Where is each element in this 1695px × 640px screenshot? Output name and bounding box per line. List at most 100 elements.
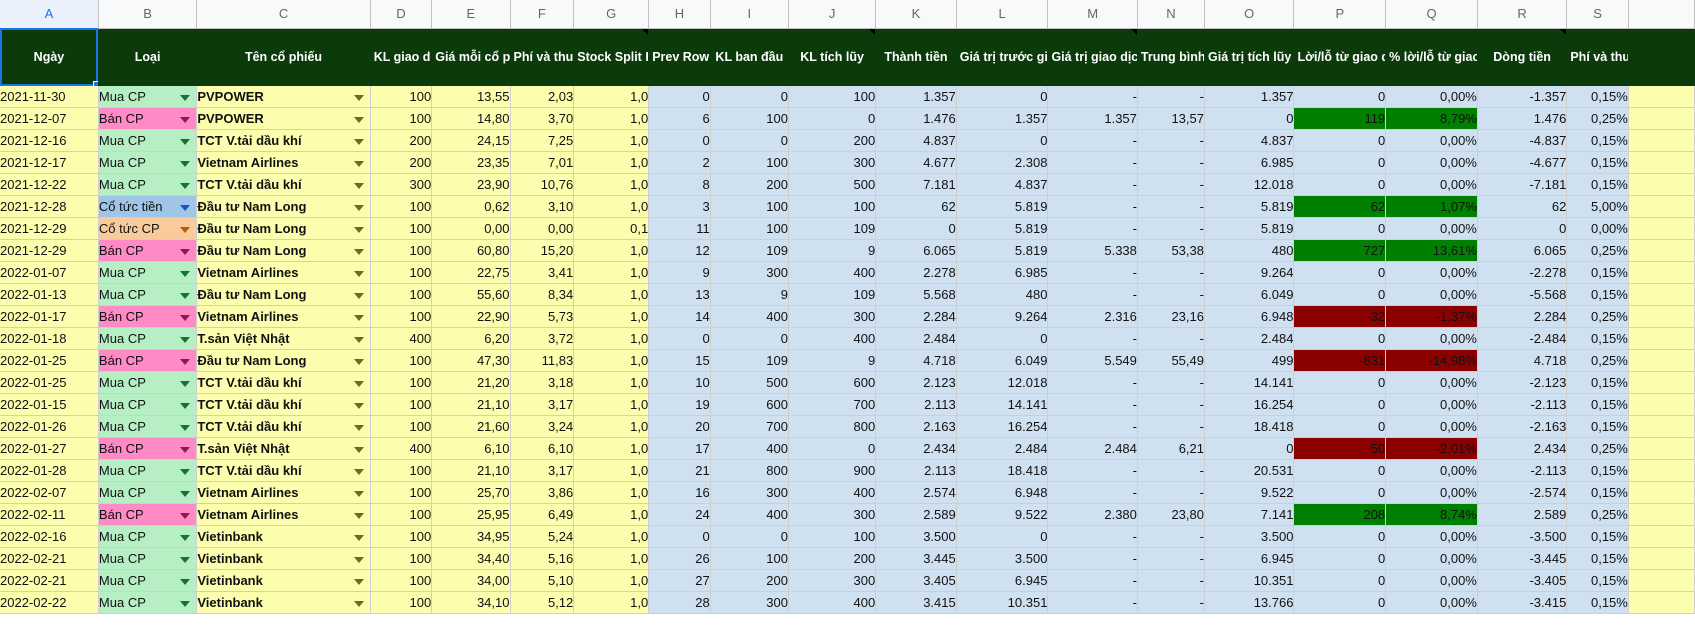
table-row[interactable]: 2022-01-18 Mua CP T.sản Việt Nhật 400 6,20 3,… <box>0 327 1695 350</box>
chevron-down-icon[interactable] <box>353 226 364 233</box>
cell-unit-price[interactable]: 60,80 <box>431 239 511 262</box>
cell-quantity[interactable]: 400 <box>370 437 433 460</box>
cell-stock-dropdown[interactable]: Vietinbank <box>196 525 371 548</box>
column-header-l[interactable]: L <box>956 0 1049 29</box>
column-header-m[interactable]: M <box>1047 0 1138 29</box>
cell-unit-price[interactable]: 6,20 <box>431 327 511 350</box>
cell-quantity[interactable]: 100 <box>370 349 433 372</box>
column-header-d[interactable]: D <box>370 0 433 29</box>
header-cell-o[interactable]: Giá trị tích lũy <box>1204 28 1295 86</box>
cell-unit-price[interactable]: 21,20 <box>431 371 511 394</box>
cell-split-ratio[interactable]: 1,0 <box>573 129 650 152</box>
cell-date[interactable]: 2022-01-18 <box>0 327 99 350</box>
cell-quantity[interactable]: 100 <box>370 86 433 108</box>
cell-type-dropdown[interactable]: Mua CP <box>98 151 198 174</box>
cell-fee[interactable]: 3,18 <box>510 371 575 394</box>
cell-date[interactable]: 2022-01-25 <box>0 349 99 372</box>
cell-stock-dropdown[interactable]: TCT V.tải dầu khí <box>196 371 371 394</box>
column-header-i[interactable]: I <box>710 0 789 29</box>
cell-split-ratio[interactable]: 1,0 <box>573 86 650 108</box>
column-header-r[interactable]: R <box>1477 0 1568 29</box>
header-cell-f[interactable]: Phí và thuế <box>510 28 575 86</box>
cell-date[interactable]: 2022-02-11 <box>0 503 99 526</box>
cell-split-ratio[interactable]: 1,0 <box>573 525 650 548</box>
chevron-down-icon[interactable] <box>180 556 191 563</box>
chevron-down-icon[interactable] <box>180 248 191 255</box>
cell-type-dropdown[interactable]: Mua CP <box>98 86 198 108</box>
cell-quantity[interactable]: 100 <box>370 239 433 262</box>
chevron-down-icon[interactable] <box>353 534 364 541</box>
cell-stock-dropdown[interactable]: PVPOWER <box>196 107 371 130</box>
table-row[interactable]: 2022-02-07 Mua CP Vietnam Airlines 100 25,70… <box>0 481 1695 504</box>
column-header-f[interactable]: F <box>510 0 575 29</box>
cell-fee[interactable]: 15,20 <box>510 239 575 262</box>
cell-stock-dropdown[interactable]: T.sản Việt Nhật <box>196 437 371 460</box>
chevron-down-icon[interactable] <box>180 490 191 497</box>
cell-quantity[interactable]: 100 <box>370 481 433 504</box>
cell-quantity[interactable]: 100 <box>370 569 433 592</box>
cell-stock-dropdown[interactable]: Vietinbank <box>196 569 371 592</box>
cell-fee[interactable]: 3,72 <box>510 327 575 350</box>
cell-type-dropdown[interactable]: Mua CP <box>98 371 198 394</box>
cell-quantity[interactable]: 100 <box>370 415 433 438</box>
cell-fee[interactable]: 11,83 <box>510 349 575 372</box>
table-row[interactable]: 2021-12-29 Bán CP Đầu tư Nam Long 100 60,80 1… <box>0 239 1695 262</box>
cell-split-ratio[interactable]: 1,0 <box>573 393 650 416</box>
cell-fee[interactable]: 3,10 <box>510 195 575 218</box>
cell-date[interactable]: 2021-12-17 <box>0 151 99 174</box>
cell-unit-price[interactable]: 47,30 <box>431 349 511 372</box>
cell-date[interactable]: 2022-01-15 <box>0 393 99 416</box>
cell-type-dropdown[interactable]: Mua CP <box>98 129 198 152</box>
column-header-n[interactable]: N <box>1137 0 1206 29</box>
chevron-down-icon[interactable] <box>353 336 364 343</box>
table-body[interactable]: 2021-11-30 Mua CP PVPOWER 100 13,55 2,03 1,0 0 0… <box>0 86 1695 614</box>
table-row[interactable]: 2022-01-26 Mua CP TCT V.tải dầu khí 100 21,6… <box>0 415 1695 438</box>
cell-unit-price[interactable]: 34,10 <box>431 591 511 614</box>
chevron-down-icon[interactable] <box>180 314 191 321</box>
chevron-down-icon[interactable] <box>353 116 364 123</box>
table-row[interactable]: 2022-01-27 Bán CP T.sản Việt Nhật 400 6,10 6,… <box>0 437 1695 460</box>
chevron-down-icon[interactable] <box>180 94 191 101</box>
cell-type-dropdown[interactable]: Mua CP <box>98 393 198 416</box>
chevron-down-icon[interactable] <box>180 160 191 167</box>
cell-type-dropdown[interactable]: Mua CP <box>98 283 198 306</box>
cell-stock-dropdown[interactable]: Vietnam Airlines <box>196 305 371 328</box>
cell-type-dropdown[interactable]: Mua CP <box>98 173 198 196</box>
cell-date[interactable]: 2022-01-28 <box>0 459 99 482</box>
table-row[interactable]: 2021-11-30 Mua CP PVPOWER 100 13,55 2,03 1,0 0 0… <box>0 86 1695 108</box>
cell-split-ratio[interactable]: 1,0 <box>573 415 650 438</box>
cell-date[interactable]: 2021-12-29 <box>0 239 99 262</box>
cell-date[interactable]: 2021-12-29 <box>0 217 99 240</box>
column-header-p[interactable]: P <box>1293 0 1387 29</box>
cell-type-dropdown[interactable]: Mua CP <box>98 459 198 482</box>
chevron-down-icon[interactable] <box>353 182 364 189</box>
table-row[interactable]: 2022-01-13 Mua CP Đầu tư Nam Long 100 55,60 8… <box>0 283 1695 306</box>
cell-quantity[interactable]: 100 <box>370 591 433 614</box>
cell-split-ratio[interactable]: 1,0 <box>573 371 650 394</box>
cell-stock-dropdown[interactable]: TCT V.tải dầu khí <box>196 459 371 482</box>
spreadsheet-grid[interactable]: ABCDEFGHIJKLMNOPQRS Ngày Loại Tên cổ phiếu… <box>0 0 1695 614</box>
cell-date[interactable]: 2022-01-27 <box>0 437 99 460</box>
cell-fee[interactable]: 5,24 <box>510 525 575 548</box>
cell-quantity[interactable]: 100 <box>370 217 433 240</box>
cell-stock-dropdown[interactable]: Vietinbank <box>196 591 371 614</box>
table-row[interactable]: 2022-02-16 Mua CP Vietinbank 100 34,95 5,24 1,… <box>0 525 1695 548</box>
cell-date[interactable]: 2022-02-07 <box>0 481 99 504</box>
chevron-down-icon[interactable] <box>353 380 364 387</box>
cell-unit-price[interactable]: 22,90 <box>431 305 511 328</box>
chevron-down-icon[interactable] <box>353 358 364 365</box>
cell-stock-dropdown[interactable]: TCT V.tải dầu khí <box>196 393 371 416</box>
cell-stock-dropdown[interactable]: Vietnam Airlines <box>196 503 371 526</box>
cell-unit-price[interactable]: 0,62 <box>431 195 511 218</box>
header-cell-s[interactable]: Phí và thuế % <box>1566 28 1629 86</box>
cell-type-dropdown[interactable]: Bán CP <box>98 239 198 262</box>
cell-type-dropdown[interactable]: Mua CP <box>98 525 198 548</box>
chevron-down-icon[interactable] <box>180 578 191 585</box>
chevron-down-icon[interactable] <box>353 512 364 519</box>
cell-fee[interactable]: 3,17 <box>510 393 575 416</box>
chevron-down-icon[interactable] <box>353 138 364 145</box>
header-cell-b[interactable]: Loại <box>98 28 198 86</box>
cell-type-dropdown[interactable]: Cổ tức tiền <box>98 195 198 218</box>
cell-quantity[interactable]: 100 <box>370 371 433 394</box>
cell-type-dropdown[interactable]: Mua CP <box>98 547 198 570</box>
